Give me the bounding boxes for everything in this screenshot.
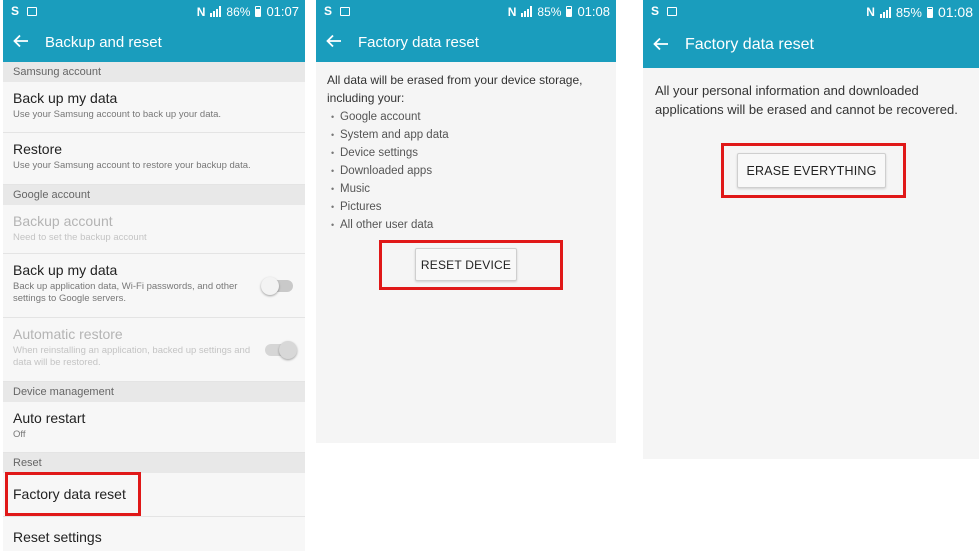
signal-icon: [521, 6, 533, 17]
list-item: Google account: [327, 108, 605, 126]
phone-screen-backup-and-reset: S N 86% 01:07 Backup and reset Samsung a…: [3, 0, 305, 551]
samsung-s-icon: S: [324, 4, 333, 18]
battery-percent: 86%: [226, 4, 251, 19]
battery-percent: 85%: [537, 4, 562, 19]
list-item: Pictures: [327, 198, 605, 216]
item-subtitle: Back up application data, Wi-Fi password…: [13, 281, 238, 304]
gallery-icon: [340, 6, 351, 16]
page-title: Factory data reset: [358, 33, 479, 51]
item-title: Restore: [13, 141, 63, 157]
item-subtitle: Use your Samsung account to restore your…: [13, 160, 251, 171]
item-title: Back up my data: [13, 90, 118, 106]
reset-device-button[interactable]: RESET DEVICE: [415, 248, 517, 281]
back-arrow-icon[interactable]: [325, 32, 345, 52]
list-item: Device settings: [327, 144, 605, 162]
clock: 01:07: [266, 4, 299, 19]
intro-text: All data will be erased from your device…: [327, 73, 583, 105]
samsung-s-icon: S: [651, 4, 660, 18]
page-title: Backup and reset: [45, 33, 162, 51]
phone-screen-factory-data-reset: S N 85% 01:08 Factory data reset All dat…: [316, 0, 616, 443]
list-item-back-up-google[interactable]: Back up my data Back up application data…: [3, 254, 305, 318]
item-title: Factory data reset: [13, 486, 126, 502]
battery-icon: [926, 6, 933, 18]
item-title: Auto restart: [13, 410, 86, 426]
clock: 01:08: [577, 4, 610, 19]
toggle-knob: [279, 340, 297, 359]
section-header-samsung-account: Samsung account: [3, 62, 305, 82]
gallery-icon: [667, 6, 678, 16]
battery-icon: [255, 6, 262, 17]
item-subtitle: Off: [13, 429, 26, 440]
backup-toggle[interactable]: [261, 276, 293, 295]
nfc-icon: N: [196, 4, 206, 19]
section-header-reset: Reset: [3, 453, 305, 473]
section-header-google-account: Google account: [3, 185, 305, 205]
list-item: Downloaded apps: [327, 162, 605, 180]
erase-everything-button[interactable]: ERASE EVERYTHING: [737, 153, 886, 188]
list-item-automatic-restore: Automatic restore When reinstalling an a…: [3, 318, 305, 382]
section-header-device-management: Device management: [3, 382, 305, 402]
list-item-reset-settings[interactable]: Reset settings: [3, 517, 305, 551]
status-bar: S N 85% 01:08: [643, 0, 979, 22]
list-item-backup-account: Backup account Need to set the backup ac…: [3, 205, 305, 254]
item-title: Back up my data: [13, 262, 118, 278]
status-bar: S N 85% 01:08: [316, 0, 616, 22]
signal-icon: [210, 6, 222, 17]
list-item-factory-data-reset[interactable]: Factory data reset: [3, 473, 305, 517]
back-arrow-icon[interactable]: [12, 32, 32, 52]
auto-restore-toggle: [265, 340, 297, 359]
nfc-icon: N: [507, 4, 517, 19]
item-title: Automatic restore: [13, 326, 123, 342]
battery-percent: 85%: [895, 4, 922, 20]
app-bar: Backup and reset: [3, 22, 305, 62]
phone-screen-erase-everything: S N 85% 01:08 Factory data reset All you…: [643, 0, 979, 459]
list-item-back-up-samsung[interactable]: Back up my data Use your Samsung account…: [3, 82, 305, 133]
list-item-restore[interactable]: Restore Use your Samsung account to rest…: [3, 133, 305, 185]
signal-icon: [879, 6, 891, 18]
list-item: All other user data: [327, 216, 605, 234]
app-bar: Factory data reset: [643, 22, 979, 68]
item-subtitle: Need to set the backup account: [13, 232, 147, 243]
item-title: Reset settings: [13, 529, 102, 545]
content: All data will be erased from your device…: [316, 62, 616, 234]
clock: 01:08: [937, 4, 973, 20]
page-title: Factory data reset: [685, 36, 814, 53]
back-arrow-icon[interactable]: [652, 35, 672, 55]
nfc-icon: N: [866, 5, 875, 19]
warning-text: All your personal information and downlo…: [655, 83, 958, 117]
list-item-auto-restart[interactable]: Auto restart Off: [3, 402, 305, 453]
erase-list: Google account System and app data Devic…: [327, 108, 605, 234]
status-bar: S N 86% 01:07: [3, 0, 305, 22]
item-subtitle: Use your Samsung account to back up your…: [13, 109, 222, 120]
item-subtitle: When reinstalling an application, backed…: [13, 345, 251, 368]
list-item: Music: [327, 180, 605, 198]
list-item: System and app data: [327, 126, 605, 144]
gallery-icon: [27, 6, 38, 16]
app-bar: Factory data reset: [316, 22, 616, 62]
toggle-knob: [261, 276, 279, 295]
samsung-s-icon: S: [11, 4, 20, 18]
item-title: Backup account: [13, 213, 113, 229]
battery-icon: [566, 6, 573, 17]
